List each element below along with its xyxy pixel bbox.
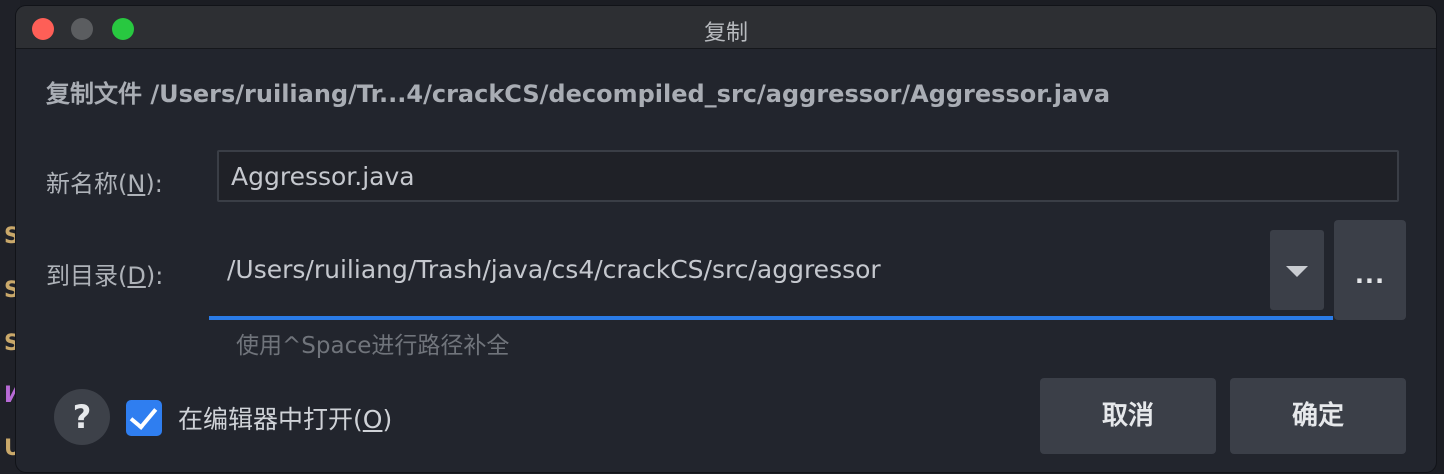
help-button[interactable]: ? [54,389,110,445]
target-dir-input[interactable]: /Users/ruiliang/Trash/java/cs4/crackCS/s… [209,232,1333,320]
path-completion-hint: 使用^Space进行路径补全 [236,333,510,359]
window-title: 复制 [703,21,748,46]
mnemonic-d: D [127,262,146,290]
chevron-down-icon [1286,266,1308,277]
new-name-input[interactable] [217,150,1399,202]
copy-dialog: 复制 复制文件 /Users/ruiliang/Tr...4/crackCS/d… [16,6,1436,472]
mnemonic-n: N [127,170,146,198]
copy-file-path: 复制文件 /Users/ruiliang/Tr...4/crackCS/deco… [46,80,1111,108]
title-bar: 复制 [16,6,1436,49]
open-in-editor-checkbox[interactable] [126,400,162,436]
browse-button[interactable]: ... [1334,220,1406,320]
target-dir-value: /Users/ruiliang/Trash/java/cs4/crackCS/s… [227,255,881,284]
open-in-editor-label[interactable]: 在编辑器中打开(O) [178,400,392,436]
cancel-button[interactable]: 取消 [1040,378,1216,454]
ok-button[interactable]: 确定 [1230,378,1406,454]
mnemonic-o: O [362,405,383,434]
checkmark-icon [129,401,158,430]
dir-history-dropdown[interactable] [1270,230,1324,310]
new-name-label: 新名称(N): [46,170,163,198]
target-dir-label: 到目录(D): [46,262,164,290]
